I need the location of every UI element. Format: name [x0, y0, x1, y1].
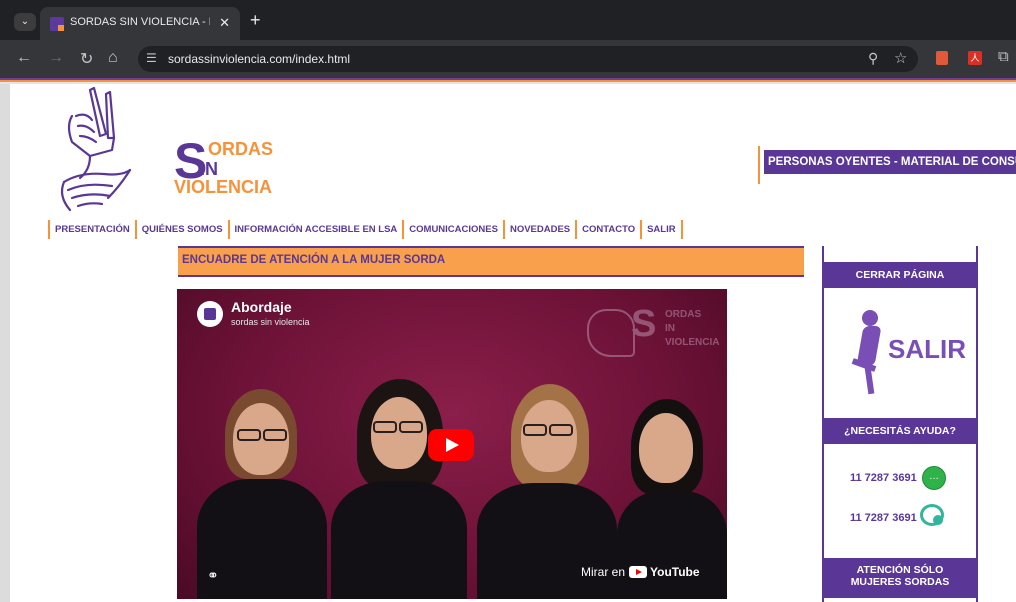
close-page-heading: CERRAR PÁGINA [824, 262, 976, 288]
extension-icon[interactable] [936, 51, 948, 65]
person-head [371, 397, 427, 469]
whatsapp-phone-number[interactable]: 11 7287 3691 [850, 472, 917, 484]
whatsapp-icon[interactable]: … [922, 466, 946, 490]
deaf-women-only-heading: ATENCIÓN SÓLO MUJERES SORDAS [824, 558, 976, 598]
play-icon[interactable] [428, 429, 474, 461]
watermark-violencia: VIOLENCIA [665, 337, 720, 348]
nav-presentacion[interactable]: PRESENTACIÓN [48, 220, 135, 239]
url-field[interactable]: ☰ sordassinviolencia.com/index.html ⚲ ☆ [138, 46, 918, 72]
youtube-video-embed[interactable]: Abordaje sordas sin violencia S ORDAS IN… [177, 289, 727, 599]
url-text: sordassinviolencia.com/index.html [168, 52, 351, 66]
exit-page-button[interactable]: SALIR [824, 296, 976, 408]
reload-icon[interactable]: ↻ [80, 49, 93, 69]
address-bar-row: ← → ↻ ⌂ ☰ sordassinviolencia.com/index.h… [0, 40, 1016, 78]
person-body [331, 481, 467, 599]
sms-phone-number[interactable]: 11 7287 3691 [850, 512, 917, 524]
nav-contacto[interactable]: CONTACTO [575, 220, 640, 239]
hands-logo-icon [60, 86, 132, 212]
logo-ordas: ORDAS [208, 139, 274, 159]
section-title: ENCUADRE DE ATENCIÓN A LA MUJER SORDA [182, 254, 446, 266]
site-logo[interactable]: S ORDAS IN VIOLENCIA [50, 86, 274, 216]
logo-violencia: VIOLENCIA [174, 177, 273, 197]
main-navigation: PRESENTACIÓN QUIÉNES SOMOS INFORMACIÓN A… [48, 220, 683, 239]
back-arrow-icon[interactable]: ← [16, 49, 32, 67]
logo-in: IN [200, 159, 218, 179]
nav-novedades[interactable]: NOVEDADES [502, 220, 575, 239]
hearing-people-material-button[interactable]: PERSONAS OYENTES - MATERIAL DE CONSULTA [764, 150, 1016, 174]
pdf-extension-icon[interactable]: 人 [968, 51, 982, 65]
browser-tab[interactable]: SORDAS SIN VIOLENCIA - Proto ✕ [40, 7, 240, 40]
tab-close-icon[interactable]: ✕ [219, 15, 230, 31]
person-head [521, 400, 577, 472]
video-title[interactable]: Abordaje [231, 299, 292, 315]
glasses-icon [237, 429, 261, 441]
watermark-hands-icon [587, 309, 635, 357]
youtube-wordmark: YouTube [650, 565, 700, 579]
glasses-icon [399, 421, 423, 433]
video-person-2 [327, 379, 467, 599]
watermark-ordas: ORDAS [665, 309, 702, 320]
person-body [617, 491, 727, 599]
nav-informacion-lsa[interactable]: INFORMACIÓN ACCESIBLE EN LSA [227, 220, 403, 239]
tab-search-chevron-down-icon[interactable]: ⌄ [14, 13, 36, 31]
need-help-heading: ¿NECESITÁS AYUDA? [824, 418, 976, 444]
glasses-icon [523, 424, 547, 436]
bookmark-star-icon[interactable]: ☆ [894, 49, 907, 67]
watch-on-label: Mirar en [581, 565, 626, 579]
section-header: ENCUADRE DE ATENCIÓN A LA MUJER SORDA [178, 246, 804, 277]
sms-icon[interactable] [920, 504, 944, 526]
copy-link-icon[interactable]: ⚭ [207, 567, 219, 584]
glasses-icon [373, 421, 397, 433]
youtube-logo-icon [629, 566, 648, 578]
forward-arrow-icon[interactable]: → [48, 49, 64, 67]
exit-label: SALIR [888, 334, 966, 364]
deaf-only-line-1: ATENCIÓN SÓLO [856, 564, 944, 576]
right-sidebar: CERRAR PÁGINA SALIR ¿NECESITÁS AYUDA? 11… [822, 246, 978, 602]
glasses-icon [549, 424, 573, 436]
person-body [477, 483, 617, 599]
extensions-puzzle-icon[interactable]: ⧉ [998, 48, 1009, 65]
home-icon[interactable]: ⌂ [108, 49, 118, 67]
new-tab-plus-icon[interactable]: + [250, 10, 261, 31]
running-person-icon [851, 310, 886, 395]
person-head [639, 413, 693, 483]
browser-tab-bar: ⌄ SORDAS SIN VIOLENCIA - Proto ✕ + [0, 0, 1016, 40]
consult-section: PERSONAS OYENTES - MATERIAL DE CONSULTA [758, 146, 1016, 184]
watch-on-youtube-link[interactable]: Mirar en YouTube [581, 565, 700, 579]
web-page: S ORDAS IN VIOLENCIA PERSONAS OYENTES - … [10, 84, 1016, 602]
favicon-icon [50, 17, 64, 31]
zoom-icon[interactable]: ⚲ [868, 50, 878, 67]
watermark-in: IN [665, 323, 675, 334]
glasses-icon [263, 429, 287, 441]
nav-comunicaciones[interactable]: COMUNICACIONES [402, 220, 503, 239]
channel-name[interactable]: sordas sin violencia [231, 317, 310, 327]
watermark-s: S [631, 303, 657, 345]
tab-title: SORDAS SIN VIOLENCIA - Proto [70, 16, 210, 28]
nav-salir[interactable]: SALIR [640, 220, 683, 239]
figure-head [862, 310, 878, 326]
site-info-icon[interactable]: ☰ [146, 51, 157, 65]
nav-quienes-somos[interactable]: QUIÉNES SOMOS [134, 220, 228, 239]
deaf-only-line-2: MUJERES SORDAS [850, 576, 950, 589]
channel-avatar[interactable] [197, 301, 223, 327]
